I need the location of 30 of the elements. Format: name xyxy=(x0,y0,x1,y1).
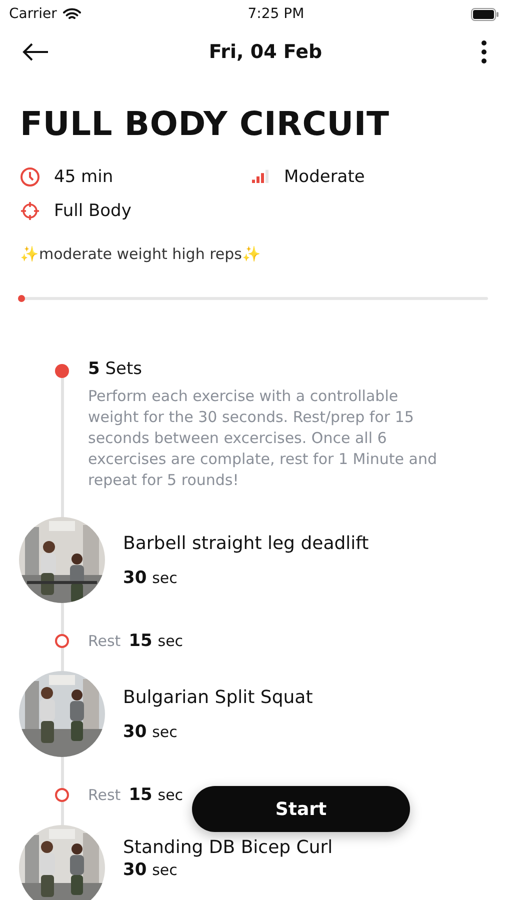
exercise-name: Barbell straight leg deadlift xyxy=(123,532,369,554)
timeline-dot xyxy=(55,364,69,378)
duration-text: 30 sec xyxy=(123,860,178,880)
clock-time: 7:25 PM xyxy=(248,6,304,22)
rest-label: Rest xyxy=(88,786,121,804)
workout-detail: Full Body xyxy=(54,201,132,221)
exercise-name: Standing DB Bicep Curl xyxy=(123,836,333,858)
workout-title: FULL BODY CIRCUIT xyxy=(20,104,390,143)
timeline-dot xyxy=(55,788,69,802)
start-button[interactable]: Start xyxy=(192,786,410,832)
back-arrow-icon xyxy=(22,42,50,62)
duration-text: 30 sec xyxy=(123,568,178,588)
rest-label: Rest xyxy=(88,632,121,650)
date-title: Fri, 04 Feb xyxy=(208,41,322,63)
more-icon xyxy=(480,40,487,64)
set-description: Perform each exercise with a controllable weight for the 30 seconds. Rest/prep for 15 seconds between excercises. Once all 6 excercises are complate, rest for 1 Minute and repeat for 5 rounds! xyxy=(88,386,438,491)
workout-detail: 45 min xyxy=(54,167,114,187)
sets-title: 5 Sets xyxy=(88,359,144,379)
exercise-name: Bulgarian Split Squat xyxy=(123,686,313,708)
workout-tagline: ✨moderate weight high reps✨ xyxy=(20,245,262,263)
crosshair-icon xyxy=(20,201,40,221)
duration-text: 15 sec xyxy=(128,631,184,651)
battery-icon xyxy=(471,8,499,20)
duration-text: 30 sec xyxy=(123,722,178,742)
workout-detail: Moderate xyxy=(284,167,365,187)
carrier-text: Carrier xyxy=(9,6,57,22)
duration-text: 15 sec xyxy=(128,785,184,805)
clock-icon xyxy=(20,167,40,187)
timeline-dot xyxy=(55,634,69,648)
wifi-icon xyxy=(62,8,81,20)
